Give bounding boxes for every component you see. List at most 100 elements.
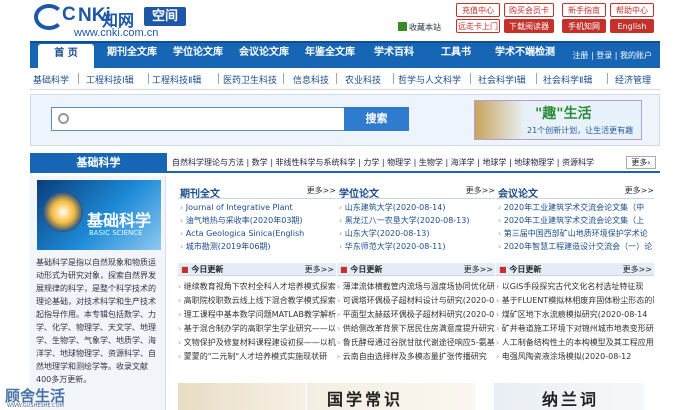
column-title: 会议论文 [498,189,538,200]
tab-conferences[interactable]: 会议论文库 [234,43,294,68]
search-icon [58,113,69,124]
list-item[interactable]: 山东大学(2020-08-13) [339,227,495,240]
list-item[interactable]: 蒙蒙的"二元制"人才培养模式实施现状研 [178,350,336,364]
column-list: Journal of Integrative Plant 油气地热与采收率(20… [180,201,336,253]
promo-banner[interactable]: "趣"生活 21个创新计划，让生活更有趣 [474,100,642,140]
search-area: 搜索 "趣"生活 21个创新计划，让生活更有趣 [30,94,660,146]
recharge-button[interactable]: 充值中心 [456,3,500,17]
more-link[interactable]: 更多>> [625,185,654,196]
tab-encyclopedia[interactable]: 学术百科 [368,43,420,68]
list-item[interactable]: 继续教育视角下农村全科人才培养模式探索 [178,280,336,294]
list-item[interactable]: 鲁氏酵母通过谷胱甘肽代谢途径响应5-氨基 [337,336,495,350]
more-link[interactable]: 更多>> [305,263,334,276]
list-item[interactable]: 以GIS手段探究古代文化名村选址特征现 [496,280,654,294]
more-link[interactable]: 更多>> [466,185,495,196]
list-item[interactable]: 煤矿区地下水流痕模拟研究(2020-08-14 [496,308,654,322]
category-title: 基础科学 [30,153,167,173]
category-links[interactable]: 自然科学理论与方法 | 数学 | 非线性科学与系统科学 | 力学 | 物理学 |… [172,157,594,168]
subnav-item-agri[interactable]: 农业科技 [345,73,381,86]
divider [393,73,394,84]
favorite-link[interactable]: 收藏本站 [398,22,441,33]
list-item[interactable]: 2020年工业建筑学术交流会论文集（中 [498,201,654,214]
divider [470,73,471,84]
column-header: 期刊全文 更多>> [178,183,336,200]
subnav-item-info[interactable]: 信息科技 [293,73,329,86]
today-list-theses: 薄津流体横截管内流场与温度场协同优化研 可调塔环偶极子超材料设计与研究(2020… [337,280,495,364]
card-service-button[interactable]: 远走卡上门 [456,19,500,33]
list-item[interactable]: 基于FLUENT模拟林相废弃固体粉尘形态的影 [496,294,654,308]
list-item[interactable]: 薄津流体横截管内流场与温度场协同优化研 [337,280,495,294]
list-item[interactable]: 平面型太赫兹环偶极子超材料研究(2020-0 [337,308,495,322]
list-item[interactable]: 2020年智慧工程建造设计交流会（一）论 [498,240,654,253]
category-more-button[interactable]: 更多› [626,156,656,169]
today-header: 今日更新 更多>> [337,263,495,276]
buy-card-button[interactable]: 购买会员卡 [504,3,554,17]
list-item[interactable]: 供给侧改革背景下居民住房满意度提升研究 [337,322,495,336]
subnav-item-philosophy[interactable]: 哲学与人文科学 [398,73,461,86]
divider [607,73,608,84]
list-item[interactable]: 华东师范大学(2020-08-11) [339,240,495,253]
list-item[interactable]: Acta Geologica Sinica(English [180,227,336,240]
list-item[interactable]: 城市勘测(2019年06期) [180,240,336,253]
more-link[interactable]: 更多>> [623,263,652,276]
promo-image-1[interactable] [178,383,306,410]
favorite-label: 收藏本站 [409,23,441,32]
category-bar: 基础科学 自然科学理论与方法 | 数学 | 非线性科学与系统科学 | 力学 | … [30,153,660,173]
subnav-item-eng1[interactable]: 工程科技Ⅰ辑 [86,73,134,86]
subnav-item-social2[interactable]: 社会科学Ⅱ辑 [543,73,592,86]
divider [336,73,337,84]
list-item[interactable]: 第三届中国西部矿山地质环境保护学术论 [498,227,654,240]
search-input[interactable] [51,107,345,131]
image-title-en: BASIC SCIENCE [89,229,143,237]
tab-home[interactable]: 首 页 [38,44,94,69]
list-item[interactable]: 云南自由选择样及多模态量扩张传播研究 [337,350,495,364]
watermark-url: WWW.GUSHESHE.COM [7,403,64,409]
atom-icon [43,192,83,232]
subnav-item-eng2[interactable]: 工程科技Ⅱ辑 [152,73,201,86]
logo-kongjian: 空间 [144,7,186,26]
list-item[interactable]: 可调塔环偶极子超材料设计与研究(2020-0 [337,294,495,308]
download-reader-button[interactable]: 下载阅读器 [504,19,554,33]
list-item[interactable]: 油气地热与采收率(2020年03期) [180,214,336,227]
top-header: C NKi 知网 空间 www.cnki.com.cn 收藏本站 充值中心 购买… [0,0,690,40]
divider [148,73,149,84]
left-panel: 基础科学 BASIC SCIENCE 基础科学是指以自然现象和物质运动形式为研究… [30,176,166,410]
cnki-logo[interactable]: C NKi 知网 空间 www.cnki.com.cn [34,4,186,39]
more-link[interactable]: 更多>> [307,185,336,196]
subnav-item-social1[interactable]: 社会科学Ⅰ辑 [478,73,526,86]
tab-theses[interactable]: 学位论文库 [168,43,228,68]
list-item[interactable]: 基于混合制办学的高职学生学业研究——以 [178,322,336,336]
list-item[interactable]: 矿井巷道施工环境下对锦州城市地表变形研 [496,322,654,336]
subnav-item-medical[interactable]: 医药卫生科技 [223,73,277,86]
promo-title: 纳兰词 [542,390,600,409]
column-title: 期刊全文 [180,189,220,200]
list-item[interactable]: 人工制备结构性土的本构模型及其工程应用 [496,336,654,350]
list-item[interactable]: 2020年工业建筑学术交流会论文集（上 [498,214,654,227]
tab-journals[interactable]: 期刊全文库 [102,43,162,68]
tab-reference[interactable]: 工具书 [434,43,478,68]
english-button[interactable]: English [610,19,654,33]
search-button[interactable]: 搜索 [344,107,409,131]
subnav-item-basic[interactable]: 基础科学 [33,73,69,86]
list-item[interactable]: 高职院校职数云线上线下混合教学模式探索 [178,294,336,308]
list-item[interactable]: 理工课程中基本数学问题MATLAB教学解析 [178,308,336,322]
list-item[interactable]: 山东建筑大学(2020-08-14) [339,201,495,214]
list-item[interactable]: Journal of Integrative Plant [180,201,336,214]
tab-yearbooks[interactable]: 年鉴全文库 [300,43,360,68]
list-item[interactable]: 电强风陶瓷液涂场模拟(2020-08-12 [496,350,654,364]
list-item[interactable]: 黑龙江八一农垦大学(2020-08-13) [339,214,495,227]
login-links[interactable]: 注册 | 登录 | 我的账户 [572,43,652,68]
divider [78,73,79,84]
promo-image-nalan[interactable]: 纳兰词 [494,383,644,410]
list-item[interactable]: 文物保护及修复材料课程建设初探——以机 [178,336,336,350]
guide-button[interactable]: 新手指南 [562,3,606,17]
mobile-button[interactable]: 手机知网 [562,19,606,33]
promo-image-guoxue[interactable]: 国学常识 [307,383,475,410]
more-link[interactable]: 更多>> [464,263,493,276]
subnav-item-economics[interactable]: 经济管理 [615,73,651,86]
basic-science-image[interactable]: 基础科学 BASIC SCIENCE [37,180,161,250]
logo-ring-icon [34,4,64,30]
tab-plagiarism[interactable]: 学术不端检测 [490,43,560,68]
banner-subtitle: 21个创新计划，让生活更有趣 [527,126,634,135]
help-button[interactable]: 帮助中心 [610,3,654,17]
